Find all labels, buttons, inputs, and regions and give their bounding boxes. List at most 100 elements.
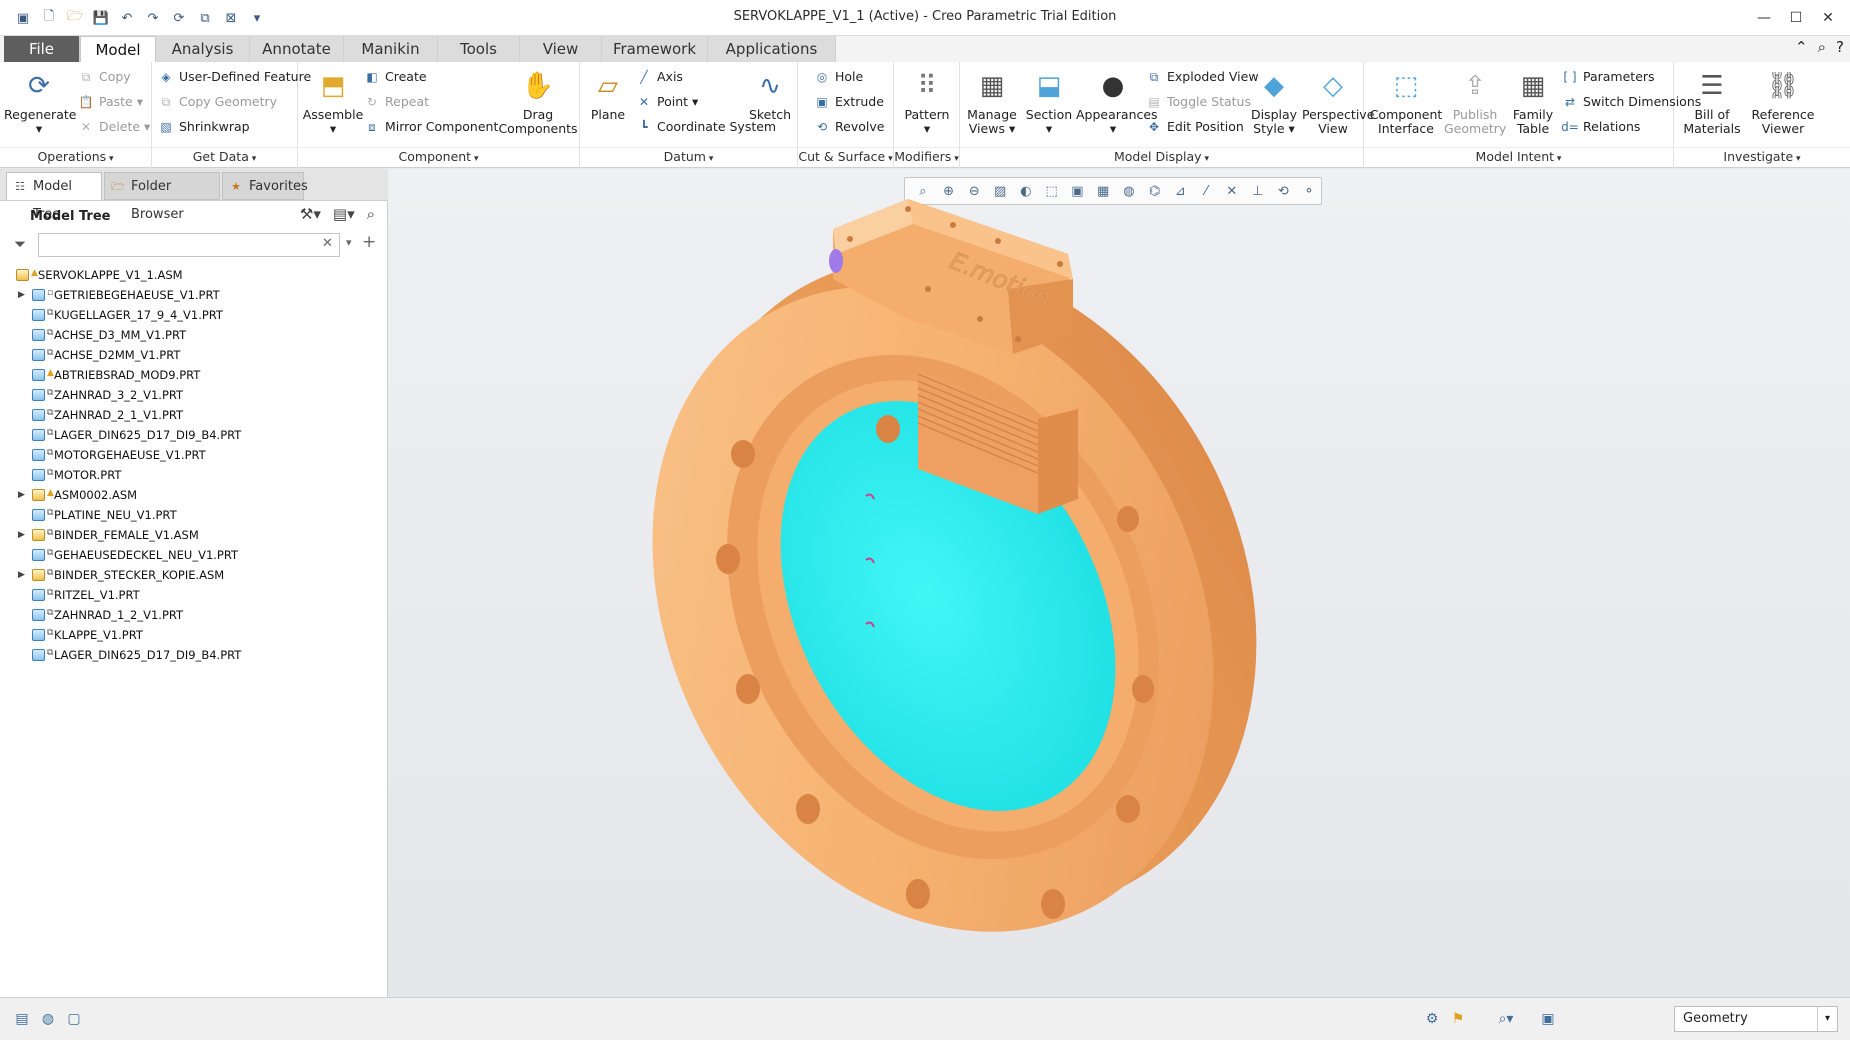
tab-folder-browser[interactable]: 🗁 Folder Browser xyxy=(104,172,220,222)
paste-button[interactable]: 📋 Paste ▾ xyxy=(78,91,143,113)
group-label-cut-surface[interactable]: Cut & Surface xyxy=(798,147,893,165)
reference-viewer-button[interactable]: ⛓ Reference Viewer xyxy=(1746,66,1820,146)
point-button[interactable]: ✕ Point ▾ xyxy=(636,91,698,113)
app-menu-icon[interactable]: ▣ xyxy=(12,7,34,29)
tree-node[interactable]: ▲ SERVOKLAPPE_V1_1.ASM xyxy=(14,265,384,285)
tab-annotate[interactable]: Annotate xyxy=(250,36,344,62)
group-label-operations[interactable]: Operations xyxy=(0,147,151,165)
sketch-button[interactable]: ∿ Sketch xyxy=(744,66,796,146)
tab-framework[interactable]: Framework xyxy=(602,36,708,62)
group-label-investigate[interactable]: Investigate xyxy=(1674,147,1850,165)
expand-arrow-icon[interactable]: ▶ xyxy=(18,285,30,305)
tree-columns-icon[interactable]: ▤▾ xyxy=(333,205,355,223)
assemble-button[interactable]: ⬒ Assemble ▾ xyxy=(298,66,368,146)
group-label-model-display[interactable]: Model Display xyxy=(960,147,1363,165)
tab-favorites[interactable]: ★ Favorites xyxy=(222,172,308,200)
plane-button[interactable]: ▱ Plane xyxy=(580,66,636,146)
tab-model-tree[interactable]: ☷ Model Tree xyxy=(6,172,102,222)
expand-arrow-icon[interactable]: ▶ xyxy=(18,565,30,585)
tree-node[interactable]: ⧉ LAGER_DIN625_D17_DI9_B4.PRT xyxy=(14,645,384,665)
tree-node[interactable]: ⧉ RITZEL_V1.PRT xyxy=(14,585,384,605)
copy-geometry-button[interactable]: ⧉ Copy Geometry xyxy=(158,91,277,113)
display-style-button[interactable]: ◆ Display Style ▾ xyxy=(1246,66,1302,146)
tree-node[interactable]: ⧉ ACHSE_D3_MM_V1.PRT xyxy=(14,325,384,345)
full-screen-icon[interactable]: ▢ xyxy=(62,1007,86,1031)
parameters-button[interactable]: [ ] Parameters xyxy=(1562,66,1654,88)
tab-manikin[interactable]: Manikin xyxy=(344,36,438,62)
clear-filter-icon[interactable]: ✕ xyxy=(322,236,333,251)
tab-applications[interactable]: Applications xyxy=(708,36,836,62)
udf-button[interactable]: ◈ User-Defined Feature xyxy=(158,66,311,88)
tree-node[interactable]: ⧉ ZAHNRAD_1_2_V1.PRT xyxy=(14,605,384,625)
customize-qat-icon[interactable]: ▾ xyxy=(246,7,268,29)
expand-arrow-icon[interactable]: ▶ xyxy=(18,525,30,545)
filter-icon[interactable]: ⏷ xyxy=(14,235,26,253)
copy-button[interactable]: ⧉ Copy xyxy=(78,66,131,88)
perspective-view-button[interactable]: ◇ Perspective View xyxy=(1302,66,1374,146)
tree-settings-icon[interactable]: ⚒▾ xyxy=(300,205,321,223)
find-icon[interactable]: ⌕▾ xyxy=(1486,1007,1526,1031)
tree-node[interactable]: ⧉ MOTOR.PRT xyxy=(14,465,384,485)
open-folder-icon[interactable]: 🗁 xyxy=(64,7,86,29)
group-label-model-intent[interactable]: Model Intent xyxy=(1364,147,1673,165)
tree-node[interactable]: ⧉ ACHSE_D2MM_V1.PRT xyxy=(14,345,384,365)
tree-node[interactable]: ⧉ MOTORGEHAEUSE_V1.PRT xyxy=(14,445,384,465)
group-label-get-data[interactable]: Get Data xyxy=(152,147,297,165)
windows-icon[interactable]: ⧉ xyxy=(194,7,216,29)
tree-search-icon[interactable]: ⌕ xyxy=(367,205,375,223)
close-window-icon[interactable]: ⊠ xyxy=(220,7,242,29)
manage-views-button[interactable]: ▦ Manage Views ▾ xyxy=(962,66,1022,146)
extrude-button[interactable]: ▣ Extrude xyxy=(814,91,884,113)
publish-geometry-button[interactable]: ⇪ Publish Geometry xyxy=(1444,66,1506,146)
add-filter-icon[interactable]: + xyxy=(362,232,376,252)
appearances-button[interactable]: ● Appearances ▾ xyxy=(1076,66,1158,146)
tab-model[interactable]: Model xyxy=(80,36,156,62)
collapse-ribbon-icon[interactable]: ⌃ xyxy=(1795,38,1808,56)
delete-button[interactable]: ✕ Delete ▾ xyxy=(78,116,150,138)
close-icon[interactable]: ✕ xyxy=(1816,6,1840,30)
regen-status-icon[interactable]: ⚙ xyxy=(1420,1007,1444,1031)
tree-filter-input[interactable] xyxy=(38,233,340,257)
axis-button[interactable]: ╱ Axis xyxy=(636,66,683,88)
selected-items-icon[interactable]: ▣ xyxy=(1536,1007,1560,1031)
group-label-component[interactable]: Component xyxy=(298,147,579,165)
pattern-button[interactable]: ⠿ Pattern ▾ xyxy=(894,66,960,146)
tab-tools[interactable]: Tools xyxy=(438,36,520,62)
redo-icon[interactable]: ↷ xyxy=(142,7,164,29)
group-label-modifiers[interactable]: Modifiers xyxy=(894,147,959,165)
undo-icon[interactable]: ↶ xyxy=(116,7,138,29)
search-icon[interactable]: ⌕ xyxy=(1818,38,1826,56)
regenerate-button[interactable]: ⟳ Regenerate ▾ xyxy=(4,66,76,146)
graphics-viewport[interactable]: ⌕ ⊕ ⊖ ▨ ◐ ⬚ ▣ ▦ ◍ ⌬ ⊿ ⁄ ✕ ⊥ ⟲ ⚬ E.motion xyxy=(388,169,1850,997)
toggle-status-button[interactable]: ▤ Toggle Status xyxy=(1146,91,1251,113)
help-icon[interactable]: ? xyxy=(1836,38,1844,56)
filter-dropdown-icon[interactable]: ▾ xyxy=(346,236,352,249)
tree-node[interactable]: ⧉ LAGER_DIN625_D17_DI9_B4.PRT xyxy=(14,425,384,445)
regenerate-icon[interactable]: ⟳ xyxy=(168,7,190,29)
group-label-datum[interactable]: Datum xyxy=(580,147,797,165)
tree-node[interactable]: ▶ ▲ ASM0002.ASM xyxy=(14,485,384,505)
hole-button[interactable]: ◎ Hole xyxy=(814,66,863,88)
tree-node[interactable]: ⧉ ZAHNRAD_2_1_V1.PRT xyxy=(14,405,384,425)
family-table-button[interactable]: ▦ Family Table xyxy=(1506,66,1560,146)
component-interface-button[interactable]: ⬚ Component Interface xyxy=(1368,66,1444,146)
expand-arrow-icon[interactable]: ▶ xyxy=(18,485,30,505)
shrinkwrap-button[interactable]: ▧ Shrinkwrap xyxy=(158,116,249,138)
revolve-button[interactable]: ⟲ Revolve xyxy=(814,116,884,138)
tree-node[interactable]: ⧉ PLATINE_NEU_V1.PRT xyxy=(14,505,384,525)
exploded-view-button[interactable]: ⧉ Exploded View xyxy=(1146,66,1259,88)
repeat-button[interactable]: ↻ Repeat xyxy=(364,91,429,113)
tree-node[interactable]: ⧉ GEHAEUSEDECKEL_NEU_V1.PRT xyxy=(14,545,384,565)
tab-file[interactable]: File xyxy=(4,36,80,62)
mirror-component-button[interactable]: ⧈ Mirror Component xyxy=(364,116,498,138)
tab-analysis[interactable]: Analysis xyxy=(156,36,250,62)
minimize-icon[interactable]: — xyxy=(1752,6,1776,30)
drag-components-button[interactable]: ✋ Drag Components xyxy=(498,66,578,146)
tab-view[interactable]: View xyxy=(520,36,602,62)
tree-node[interactable]: ▲ ABTRIEBSRAD_MOD9.PRT xyxy=(14,365,384,385)
relations-button[interactable]: d= Relations xyxy=(1561,116,1640,138)
toggle-browser-icon[interactable]: ◍ xyxy=(36,1007,60,1031)
tree-node[interactable]: ▶ ⧉ BINDER_STECKER_KOPIE.ASM xyxy=(14,565,384,585)
create-button[interactable]: ◧ Create xyxy=(364,66,426,88)
maximize-icon[interactable]: ☐ xyxy=(1784,6,1808,30)
